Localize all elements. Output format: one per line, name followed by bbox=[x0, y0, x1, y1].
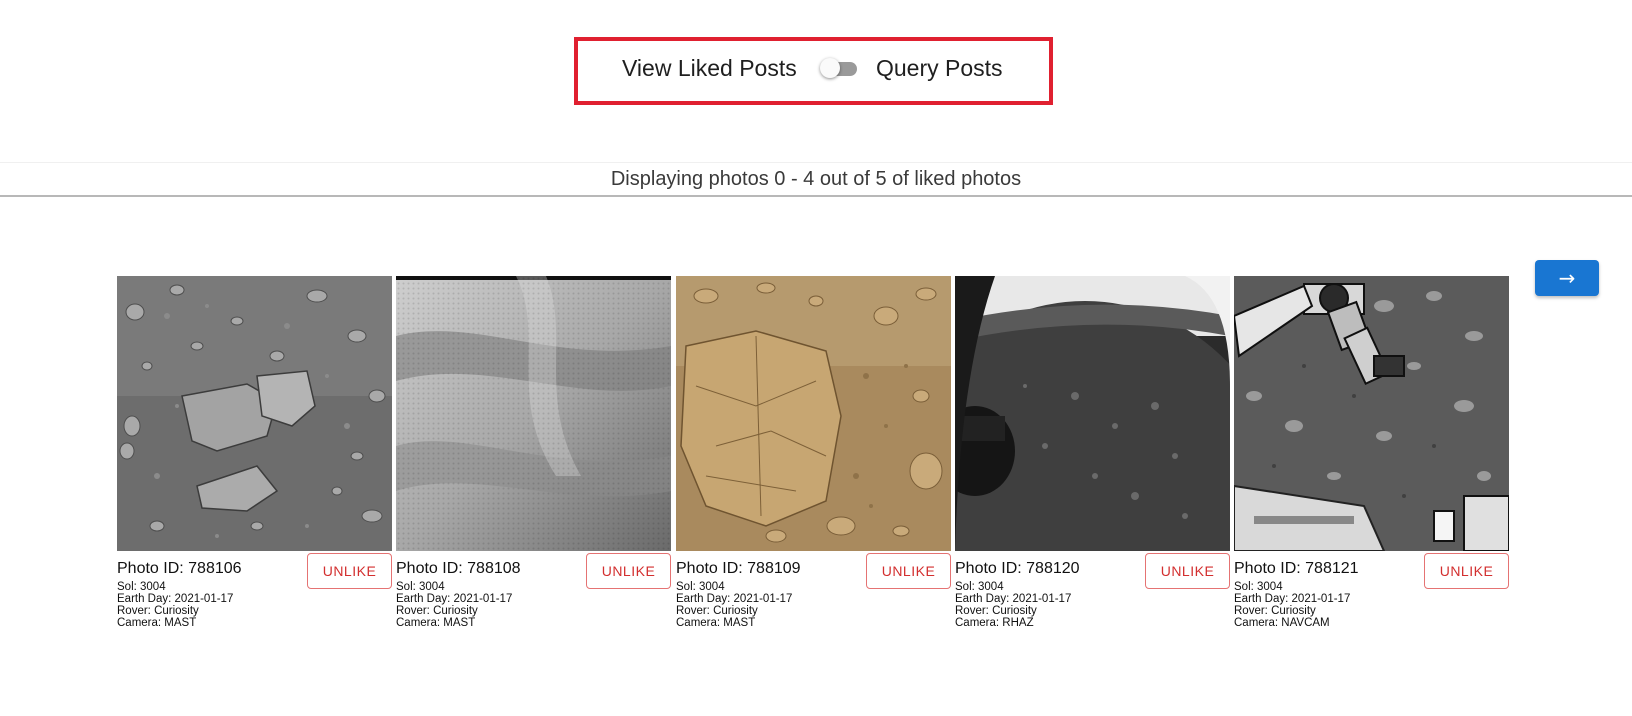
photo-sol: Sol: 3004 bbox=[117, 581, 166, 593]
photo-earth-day: Earth Day: 2021-01-17 bbox=[955, 593, 1072, 605]
photo-rover: Rover: Curiosity bbox=[1234, 605, 1316, 617]
mars-photo bbox=[396, 276, 671, 551]
unlike-button[interactable]: UNLIKE bbox=[586, 553, 671, 589]
photo-card: Photo ID: 788121 UNLIKE Sol: 3004 Earth … bbox=[1234, 276, 1509, 636]
results-status-bar: Displaying photos 0 - 4 out of 5 of like… bbox=[0, 162, 1632, 197]
photo-card: Photo ID: 788106 UNLIKE Sol: 3004 Earth … bbox=[117, 276, 392, 636]
view-liked-posts-label[interactable]: View Liked Posts bbox=[622, 53, 797, 83]
photo-earth-day: Earth Day: 2021-01-17 bbox=[117, 593, 234, 605]
photo-sol: Sol: 3004 bbox=[676, 581, 725, 593]
view-mode-switch[interactable] bbox=[820, 58, 860, 80]
photo-card: Photo ID: 788108 UNLIKE Sol: 3004 Earth … bbox=[396, 276, 671, 636]
photo-card: Photo ID: 788120 UNLIKE Sol: 3004 Earth … bbox=[955, 276, 1230, 636]
photo-id: Photo ID: 788108 bbox=[396, 560, 521, 577]
mars-photo bbox=[1234, 276, 1509, 551]
photo-id: Photo ID: 788106 bbox=[117, 560, 242, 577]
unlike-button[interactable]: UNLIKE bbox=[866, 553, 951, 589]
photo-metadata: Sol: 3004 Earth Day: 2021-01-17 Rover: C… bbox=[396, 581, 512, 629]
mars-photo bbox=[676, 276, 951, 551]
photo-metadata: Sol: 3004 Earth Day: 2021-01-17 Rover: C… bbox=[117, 581, 233, 629]
photo-camera: Camera: MAST bbox=[396, 617, 476, 629]
photo-rover: Rover: Curiosity bbox=[955, 605, 1037, 617]
photo-rover: Rover: Curiosity bbox=[117, 605, 199, 617]
next-page-button[interactable]: → bbox=[1535, 260, 1599, 296]
photo-camera: Camera: MAST bbox=[117, 617, 197, 629]
results-status-text: Displaying photos 0 - 4 out of 5 of like… bbox=[610, 168, 1022, 190]
photo-earth-day: Earth Day: 2021-01-17 bbox=[396, 593, 513, 605]
photo-camera: Camera: MAST bbox=[676, 617, 756, 629]
photo-card: Photo ID: 788109 UNLIKE Sol: 3004 Earth … bbox=[676, 276, 951, 636]
photo-metadata: Sol: 3004 Earth Day: 2021-01-17 Rover: C… bbox=[676, 581, 792, 629]
unlike-button[interactable]: UNLIKE bbox=[307, 553, 392, 589]
photo-id: Photo ID: 788120 bbox=[955, 560, 1080, 577]
photo-camera: Camera: NAVCAM bbox=[1234, 617, 1330, 629]
photo-earth-day: Earth Day: 2021-01-17 bbox=[676, 593, 793, 605]
photo-id: Photo ID: 788121 bbox=[1234, 560, 1359, 577]
photo-rover: Rover: Curiosity bbox=[676, 605, 758, 617]
view-mode-toggle-group: View Liked Posts Query Posts bbox=[574, 37, 1053, 105]
unlike-button[interactable]: UNLIKE bbox=[1145, 553, 1230, 589]
photo-id: Photo ID: 788109 bbox=[676, 560, 801, 577]
photo-sol: Sol: 3004 bbox=[1234, 581, 1283, 593]
photo-sol: Sol: 3004 bbox=[955, 581, 1004, 593]
photo-earth-day: Earth Day: 2021-01-17 bbox=[1234, 593, 1351, 605]
photo-camera: Camera: RHAZ bbox=[955, 617, 1034, 629]
mars-photo bbox=[955, 276, 1230, 551]
switch-thumb[interactable] bbox=[820, 58, 840, 78]
photo-metadata: Sol: 3004 Earth Day: 2021-01-17 Rover: C… bbox=[1234, 581, 1350, 629]
query-posts-label[interactable]: Query Posts bbox=[876, 53, 1003, 83]
photo-rover: Rover: Curiosity bbox=[396, 605, 478, 617]
unlike-button[interactable]: UNLIKE bbox=[1424, 553, 1509, 589]
mars-photo bbox=[117, 276, 392, 551]
photo-metadata: Sol: 3004 Earth Day: 2021-01-17 Rover: C… bbox=[955, 581, 1071, 629]
photo-sol: Sol: 3004 bbox=[396, 581, 445, 593]
